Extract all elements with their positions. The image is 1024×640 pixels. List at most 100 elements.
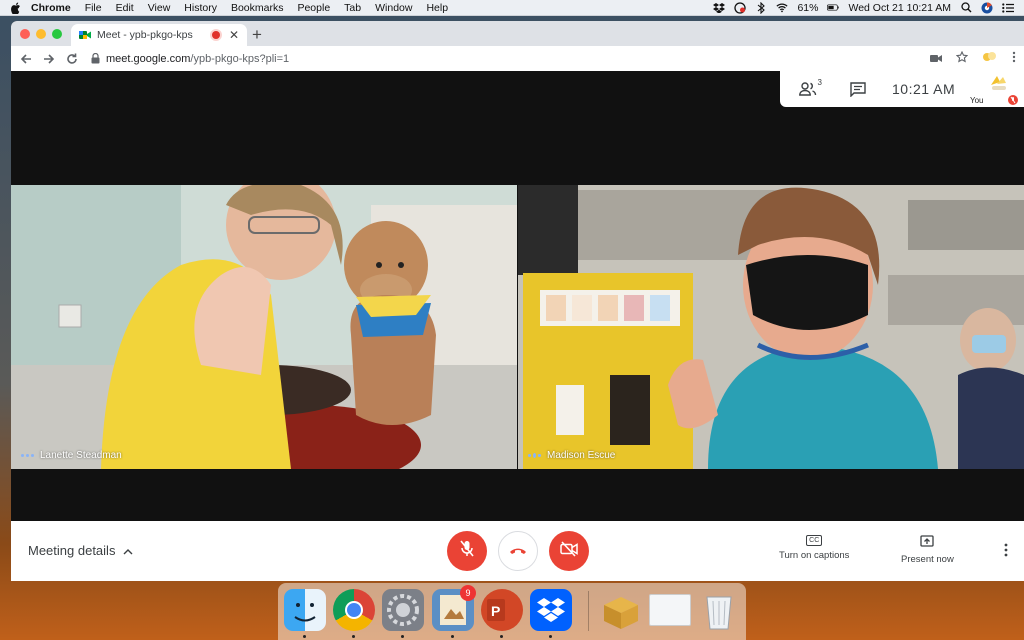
menu-edit[interactable]: Edit xyxy=(116,2,134,14)
menu-window[interactable]: Window xyxy=(375,2,412,14)
url-host: meet.google.com xyxy=(106,52,191,65)
running-indicator xyxy=(352,635,355,638)
meet-clock: 10:21 AM xyxy=(892,81,956,97)
meet-top-bar: 3 10:21 AM You xyxy=(780,71,1024,107)
meeting-details-button[interactable]: Meeting details xyxy=(28,543,133,558)
microphone-off-icon xyxy=(459,540,475,563)
archive-utility-dock-icon[interactable] xyxy=(600,589,642,631)
browser-toolbar: meet.google.com /ypb-pkgo-kps?pli=1 xyxy=(11,46,1024,72)
trash-dock-icon[interactable] xyxy=(698,589,740,631)
user-account-icon[interactable] xyxy=(981,1,993,13)
camera-off-icon xyxy=(560,540,578,562)
preview-notification-badge: 9 xyxy=(460,585,476,601)
participants-icon[interactable]: 3 xyxy=(796,78,822,99)
captions-label: Turn on captions xyxy=(779,550,850,561)
meeting-details-label: Meeting details xyxy=(28,543,116,558)
battery-icon[interactable] xyxy=(827,2,840,13)
running-indicator xyxy=(549,635,552,638)
audio-activity-icon xyxy=(528,452,541,458)
self-view-label: You xyxy=(970,96,984,105)
turn-on-captions-button[interactable]: CC Turn on captions xyxy=(779,535,849,561)
bookmark-star-icon[interactable] xyxy=(955,50,969,68)
menu-tab[interactable]: Tab xyxy=(344,2,361,14)
menubar-status-area: 61% Wed Oct 21 10:21 AM xyxy=(713,0,1014,15)
audio-activity-icon xyxy=(21,454,34,457)
spotlight-search-icon[interactable] xyxy=(960,2,972,13)
macos-menubar: Chrome File Edit View History Bookmarks … xyxy=(0,0,1024,16)
bluetooth-icon[interactable] xyxy=(755,1,767,14)
leave-call-button[interactable] xyxy=(498,531,538,571)
running-indicator xyxy=(451,635,454,638)
participant-video-madison xyxy=(518,185,1024,469)
zoom-window-button[interactable] xyxy=(52,29,62,39)
new-tab-button[interactable]: + xyxy=(247,25,267,45)
svg-text:P: P xyxy=(491,603,500,619)
turn-on-camera-button[interactable] xyxy=(549,531,589,571)
macos-dock: 9 P xyxy=(278,583,746,640)
participant-name: Lanette Steadman xyxy=(40,450,122,461)
present-screen-icon xyxy=(920,535,935,550)
hang-up-icon xyxy=(509,542,527,560)
closed-captions-icon: CC xyxy=(806,535,823,546)
menu-view[interactable]: View xyxy=(148,2,171,14)
self-view-thumbnail[interactable]: You xyxy=(970,75,1018,105)
forward-arrow-icon[interactable] xyxy=(41,51,57,67)
window-controls xyxy=(20,29,62,39)
minimize-window-button[interactable] xyxy=(36,29,46,39)
menu-app-chrome[interactable]: Chrome xyxy=(31,2,71,14)
url-path: /ypb-pkgo-kps?pli=1 xyxy=(190,52,290,65)
toolbar-actions xyxy=(930,50,1016,68)
self-muted-icon xyxy=(1008,95,1018,105)
close-window-button[interactable] xyxy=(20,29,30,39)
participant-tile[interactable]: Madison Escue xyxy=(518,185,1024,469)
self-view-image xyxy=(988,75,1008,91)
running-indicator xyxy=(500,635,503,638)
menu-history[interactable]: History xyxy=(184,2,217,14)
camera-in-use-icon[interactable] xyxy=(930,50,942,68)
menu-people[interactable]: People xyxy=(297,2,330,14)
reload-icon[interactable] xyxy=(64,51,80,67)
battery-percent: 61% xyxy=(797,1,819,14)
dropbox-dock-icon[interactable] xyxy=(530,589,572,631)
chrome-window: Meet - ypb-pkgo-kps ✕ + meet.google.com … xyxy=(11,21,1024,581)
participant-tile[interactable]: Lanette Steadman xyxy=(11,185,517,469)
google-meet-favicon xyxy=(79,29,91,41)
meet-controls-bar: Meeting details CC Turn on captions Pres… xyxy=(11,521,1024,581)
tab-meet[interactable]: Meet - ypb-pkgo-kps ✕ xyxy=(71,24,247,46)
recording-indicator-icon xyxy=(211,31,220,39)
wifi-icon[interactable] xyxy=(776,2,789,13)
participant-name-tag: Lanette Steadman xyxy=(21,450,122,461)
menu-help[interactable]: Help xyxy=(426,2,448,14)
present-now-button[interactable]: Present now xyxy=(901,535,954,565)
powerpoint-dock-icon[interactable]: P xyxy=(481,589,523,631)
menubar-datetime[interactable]: Wed Oct 21 10:21 AM xyxy=(848,2,951,14)
running-indicator xyxy=(401,635,404,638)
notification-center-icon[interactable] xyxy=(1002,2,1014,13)
chevron-up-icon xyxy=(123,543,133,558)
extension-icon[interactable] xyxy=(982,50,998,68)
chrome-menu-icon[interactable] xyxy=(1012,50,1016,68)
present-label: Present now xyxy=(901,554,954,565)
finder-dock-icon[interactable] xyxy=(284,589,326,631)
more-options-icon[interactable] xyxy=(1004,543,1008,557)
dropbox-tray-icon[interactable] xyxy=(713,2,726,13)
system-preferences-dock-icon[interactable] xyxy=(382,589,424,631)
menu-bookmarks[interactable]: Bookmarks xyxy=(231,2,284,14)
participant-name-tag: Madison Escue xyxy=(528,450,615,461)
apple-icon[interactable] xyxy=(11,2,23,14)
participant-name: Madison Escue xyxy=(547,450,616,461)
address-bar[interactable]: meet.google.com /ypb-pkgo-kps?pli=1 xyxy=(91,49,971,68)
running-indicator xyxy=(303,635,306,638)
minimized-window-dock-icon[interactable] xyxy=(649,594,691,626)
meet-stage: 3 10:21 AM You Lanette Steadman Madison … xyxy=(11,71,1024,581)
tab-close-icon[interactable]: ✕ xyxy=(229,28,239,42)
chrome-dock-icon[interactable] xyxy=(333,589,375,631)
unmute-microphone-button[interactable] xyxy=(447,531,487,571)
back-arrow-icon[interactable] xyxy=(18,51,34,67)
screen-record-icon[interactable] xyxy=(734,1,747,14)
dock-separator xyxy=(588,591,589,631)
chat-icon[interactable] xyxy=(846,79,870,99)
menu-file[interactable]: File xyxy=(85,2,102,14)
tab-strip: Meet - ypb-pkgo-kps ✕ + xyxy=(11,21,1024,46)
lock-icon[interactable] xyxy=(91,53,101,64)
